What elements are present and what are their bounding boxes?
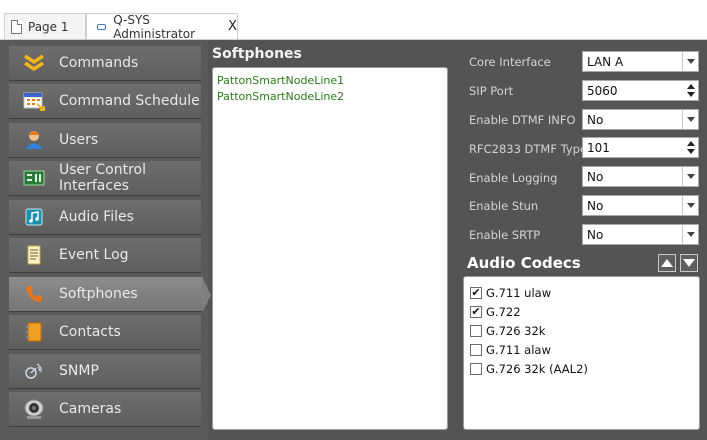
- sip-port-label: SIP Port: [469, 84, 514, 98]
- enable-dtmf-info-label: Enable DTMF INFO: [469, 113, 576, 127]
- list-item[interactable]: G.726 32k: [470, 321, 693, 340]
- spinner-arrows-icon[interactable]: [687, 140, 695, 155]
- tab-label: Q-SYS Administrator: [113, 12, 196, 41]
- codec-checkbox[interactable]: [470, 362, 482, 375]
- codec-checkbox[interactable]: ✔: [470, 286, 482, 299]
- rfc2833-dtmf-type-value: 101: [587, 140, 610, 155]
- tab-qsys-administrator[interactable]: Q-SYS Administrator X: [86, 12, 238, 41]
- chevron-down-icon[interactable]: [682, 110, 698, 129]
- enable-logging-select[interactable]: No: [582, 166, 699, 187]
- enable-srtp-label: Enable SRTP: [469, 228, 541, 242]
- chevron-down-icon[interactable]: [682, 167, 698, 186]
- check-icon: ✔: [471, 286, 481, 299]
- sidebar-item-user-control-interfaces[interactable]: User Control Interfaces: [9, 161, 201, 196]
- softphones-title: Softphones: [212, 46, 302, 62]
- enable-logging-value: No: [587, 169, 604, 184]
- sidebar-item-label: User Control Interfaces: [59, 162, 146, 194]
- codec-checkbox[interactable]: ✔: [470, 305, 482, 318]
- move-up-button[interactable]: [658, 254, 676, 272]
- calendar-icon: [23, 90, 45, 112]
- sidebar-item-contacts[interactable]: Contacts: [9, 315, 201, 350]
- enable-dtmf-info-value: No: [587, 112, 604, 127]
- sidebar-item-cameras[interactable]: Cameras: [9, 392, 201, 427]
- sidebar-item-label: SNMP: [59, 363, 99, 379]
- sidebar-item-softphones[interactable]: Softphones: [9, 277, 211, 313]
- chevron-down-icon[interactable]: [682, 225, 698, 244]
- core-interface-value: LAN A: [587, 54, 624, 69]
- music-note-icon: [23, 206, 45, 228]
- codec-label: G.711 ulaw: [486, 285, 552, 300]
- codec-label: G.726 32k: [486, 323, 546, 338]
- sidebar-item-label: Command Schedule: [59, 93, 200, 109]
- enable-stun-select[interactable]: No: [582, 195, 699, 216]
- codec-label: G.722: [486, 304, 521, 319]
- core-interface-label: Core Interface: [469, 55, 551, 69]
- move-down-button[interactable]: [680, 254, 698, 272]
- sidebar-item-label: Contacts: [59, 324, 121, 340]
- sidebar-item-label: Users: [59, 132, 99, 148]
- sip-port-value: 5060: [587, 83, 618, 98]
- sidebar-item-audio-files[interactable]: Audio Files: [9, 200, 201, 235]
- tab-bar: Page 1 Q-SYS Administrator X: [0, 0, 707, 41]
- codec-label: G.726 32k (AAL2): [486, 361, 588, 376]
- audio-codecs-title: Audio Codecs: [467, 254, 581, 272]
- contacts-book-icon: [23, 321, 45, 343]
- snmp-icon: [23, 360, 45, 382]
- tab-label: Page 1: [28, 19, 69, 34]
- tab-page-1[interactable]: Page 1: [4, 13, 86, 39]
- sidebar-item-label: Commands: [59, 55, 139, 71]
- camera-icon: [23, 398, 45, 420]
- phone-icon: [23, 283, 45, 305]
- sip-port-stepper[interactable]: 5060: [582, 80, 699, 101]
- codec-checkbox[interactable]: [470, 343, 482, 356]
- arrow-down-icon: [683, 259, 695, 267]
- arrow-up-icon: [661, 259, 673, 267]
- list-item[interactable]: ✔ G.722: [470, 302, 693, 321]
- sidebar: Commands Command Schedule Users User Con…: [0, 40, 211, 440]
- sidebar-item-snmp[interactable]: SNMP: [9, 354, 201, 389]
- list-item[interactable]: G.726 32k (AAL2): [470, 359, 693, 378]
- main-area: Commands Command Schedule Users User Con…: [0, 40, 707, 440]
- enable-dtmf-info-select[interactable]: No: [582, 109, 699, 130]
- page-icon: [11, 19, 22, 34]
- close-icon[interactable]: X: [228, 19, 237, 34]
- sidebar-item-label: Cameras: [59, 401, 122, 417]
- sidebar-item-label: Softphones: [59, 286, 138, 302]
- sidebar-item-command-schedule[interactable]: Command Schedule: [9, 84, 201, 119]
- list-item[interactable]: PattonSmartNodeLine2: [217, 89, 443, 105]
- sidebar-item-commands[interactable]: Commands: [9, 46, 201, 81]
- log-icon: [23, 244, 45, 266]
- sidebar-item-label: Event Log: [59, 247, 129, 263]
- list-item[interactable]: ✔ G.711 ulaw: [470, 283, 693, 302]
- codec-label: G.711 alaw: [486, 342, 551, 357]
- control-panel-icon: [23, 167, 45, 189]
- check-icon: ✔: [471, 305, 481, 318]
- chevron-down-icon[interactable]: [682, 196, 698, 215]
- enable-logging-label: Enable Logging: [469, 171, 558, 185]
- codec-list: ✔ G.711 ulaw ✔ G.722 G.726 32k G.711 ala…: [463, 276, 700, 430]
- sidebar-item-users[interactable]: Users: [9, 123, 201, 158]
- spinner-arrows-icon[interactable]: [687, 83, 695, 98]
- list-item[interactable]: PattonSmartNodeLine1: [217, 73, 443, 89]
- list-item[interactable]: G.711 alaw: [470, 340, 693, 359]
- enable-stun-label: Enable Stun: [469, 199, 539, 213]
- sidebar-item-event-log[interactable]: Event Log: [9, 238, 201, 273]
- chevrons-icon: [23, 52, 45, 74]
- enable-stun-value: No: [587, 198, 604, 213]
- core-interface-select[interactable]: LAN A: [582, 51, 699, 72]
- enable-srtp-select[interactable]: No: [582, 224, 699, 245]
- enable-srtp-value: No: [587, 227, 604, 242]
- softphone-list[interactable]: PattonSmartNodeLine1 PattonSmartNodeLine…: [212, 67, 448, 430]
- chevron-down-icon[interactable]: [682, 52, 698, 71]
- rfc2833-dtmf-type-stepper[interactable]: 101: [582, 137, 699, 158]
- user-icon: [23, 129, 45, 151]
- rfc2833-dtmf-type-label: RFC2833 DTMF Type: [469, 142, 588, 156]
- qsys-icon: [97, 23, 107, 30]
- codec-checkbox[interactable]: [470, 324, 482, 337]
- sidebar-item-label: Audio Files: [59, 209, 134, 225]
